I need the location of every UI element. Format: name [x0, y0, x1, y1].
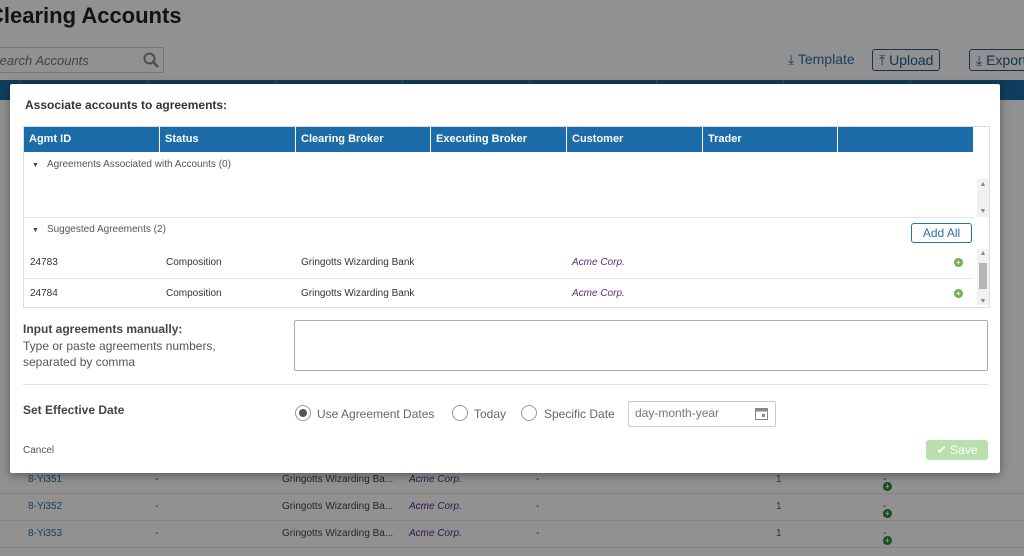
scroll-up-icon[interactable]: ▲ — [977, 181, 989, 188]
calendar-icon[interactable] — [755, 407, 768, 420]
col-customer[interactable]: Customer — [567, 127, 703, 152]
specific-date-field[interactable] — [628, 401, 776, 427]
modal-title: Associate accounts to agreements: — [25, 98, 228, 112]
scroll-down-icon[interactable]: ▼ — [977, 298, 989, 305]
group-suggested-label: Suggested Agreements (2) — [46, 224, 166, 235]
associate-agreements-modal: Associate accounts to agreements: Agmt I… — [10, 84, 1000, 473]
collapse-triangle-icon[interactable]: ▼ — [32, 162, 39, 169]
row-status: Composition — [166, 257, 222, 268]
manual-input-label: Input agreements manually: — [23, 322, 183, 336]
save-button[interactable]: ✔ Save — [926, 440, 988, 460]
radio-label-use-agreement-dates[interactable]: Use Agreement Dates — [317, 407, 434, 421]
row-status: Composition — [166, 288, 222, 299]
divider — [24, 217, 973, 218]
save-label: Save — [950, 443, 978, 457]
col-executing-broker[interactable]: Executing Broker — [431, 127, 567, 152]
agreements-grid: Agmt ID Status Clearing Broker Executing… — [23, 126, 990, 308]
col-status[interactable]: Status — [160, 127, 296, 152]
radio-specific-date[interactable] — [521, 405, 537, 421]
row-clearing-broker: Gringotts Wizarding Bank — [301, 288, 415, 299]
radio-label-today[interactable]: Today — [474, 407, 506, 421]
manual-input-help: Type or paste agreements numbers, separa… — [23, 339, 216, 369]
add-agreement-icon[interactable]: + — [954, 258, 963, 267]
add-all-button[interactable]: Add All — [911, 223, 972, 243]
row-agmt-id: 24784 — [30, 288, 58, 299]
divider — [23, 384, 988, 385]
group-suggested[interactable]: ▼ Suggested Agreements (2) — [24, 224, 973, 235]
col-agmt-id[interactable]: Agmt ID — [24, 127, 160, 152]
row-customer: Acme Corp. — [572, 288, 625, 299]
radio-today[interactable] — [452, 405, 468, 421]
manual-agreements-textarea[interactable] — [294, 320, 988, 371]
group-associated[interactable]: ▼ Agreements Associated with Accounts (0) — [24, 159, 973, 170]
suggested-row[interactable]: 24783 Composition Gringotts Wizarding Ba… — [24, 248, 973, 279]
col-clearing-broker[interactable]: Clearing Broker — [296, 127, 431, 152]
cancel-button[interactable]: Cancel — [23, 445, 54, 456]
radio-label-specific-date[interactable]: Specific Date — [544, 407, 615, 421]
scroll-down-icon[interactable]: ▼ — [977, 208, 989, 215]
effective-date-label: Set Effective Date — [23, 403, 125, 417]
row-clearing-broker: Gringotts Wizarding Bank — [301, 257, 415, 268]
suggested-scrollbar[interactable]: ▲ ▼ — [977, 249, 989, 305]
col-trader[interactable]: Trader — [703, 127, 838, 152]
suggested-row[interactable]: 24784 Composition Gringotts Wizarding Ba… — [24, 279, 973, 309]
date-input[interactable] — [635, 406, 745, 420]
row-customer: Acme Corp. — [572, 257, 625, 268]
col-actions — [838, 127, 973, 152]
grid-header: Agmt ID Status Clearing Broker Executing… — [24, 127, 973, 152]
collapse-triangle-icon[interactable]: ▼ — [32, 227, 39, 234]
group-associated-label: Agreements Associated with Accounts (0) — [46, 159, 231, 170]
row-agmt-id: 24783 — [30, 257, 58, 268]
associated-scrollbar[interactable]: ▲ ▼ — [977, 179, 989, 217]
scroll-thumb[interactable] — [979, 263, 987, 289]
radio-use-agreement-dates[interactable] — [295, 405, 311, 421]
check-icon: ✔ — [936, 443, 947, 457]
add-agreement-icon[interactable]: + — [954, 289, 963, 298]
scroll-up-icon[interactable]: ▲ — [977, 250, 989, 257]
